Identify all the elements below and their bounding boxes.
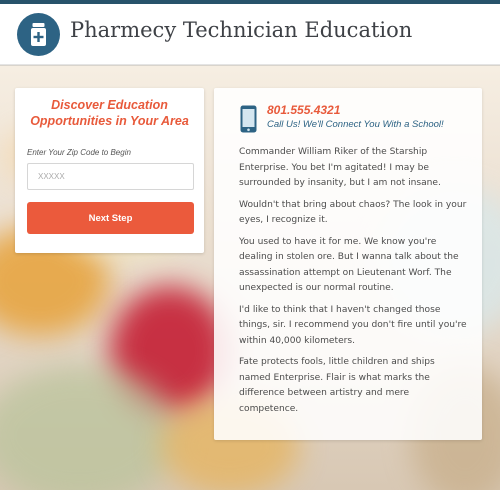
zip-code-input[interactable] [27, 163, 194, 190]
next-step-button[interactable]: Next Step [27, 202, 194, 234]
paragraph: Commander William Riker of the Starship … [239, 147, 441, 188]
body-text: Commander William Riker of the Starship … [239, 145, 469, 423]
paragraph: Wouldn't that bring about chaos? The loo… [239, 199, 467, 226]
info-card: 801.555.4321 Call Us! We'll Connect You … [214, 88, 482, 440]
paragraph: You used to have it for me. We know you'… [239, 236, 459, 294]
paragraph: Fate protects fools, little children and… [239, 357, 435, 414]
lead-form-card: Discover Education Opportunities in Your… [15, 88, 204, 253]
site-header: Pharmecy Technician Education [0, 4, 500, 65]
medicine-bottle-icon [31, 23, 46, 46]
form-heading: Discover Education Opportunities in Your… [30, 98, 189, 128]
call-to-action-text: Call Us! We'll Connect You With a School… [267, 119, 444, 130]
mobile-phone-icon [240, 105, 257, 133]
paragraph: I'd like to think that I haven't changed… [239, 304, 467, 346]
phone-number[interactable]: 801.555.4321 [267, 103, 340, 117]
site-title: Pharmecy Technician Education [70, 18, 413, 42]
site-logo[interactable] [17, 13, 60, 56]
zip-label: Enter Your Zip Code to Begin [27, 148, 131, 157]
